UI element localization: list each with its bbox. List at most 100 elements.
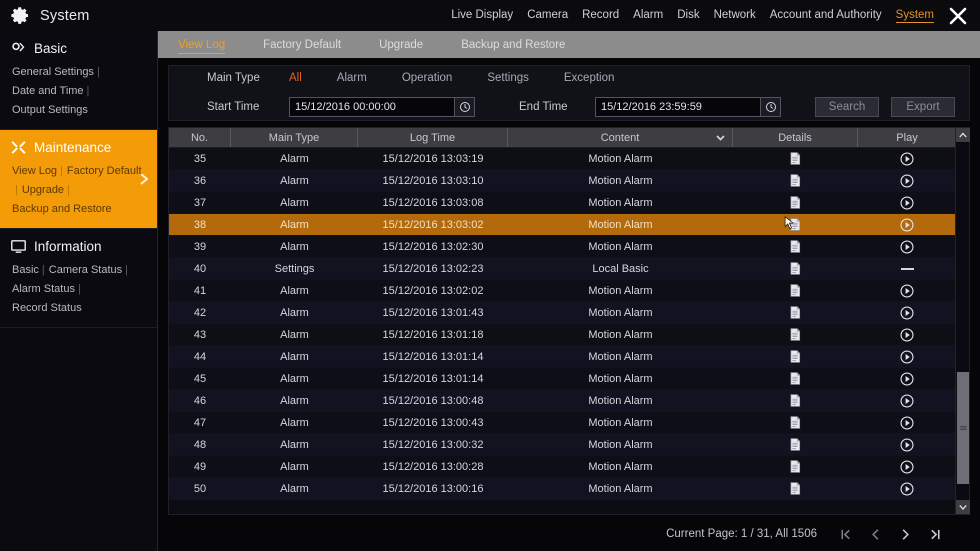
row-details-cell[interactable]	[733, 192, 858, 214]
document-icon[interactable]	[790, 350, 801, 363]
scroll-down-button[interactable]	[956, 500, 970, 514]
row-details-cell[interactable]	[733, 258, 858, 280]
row-play-cell[interactable]	[858, 280, 956, 302]
row-play-cell[interactable]	[858, 478, 956, 500]
row-play-cell[interactable]	[858, 170, 956, 192]
table-row[interactable]: 38 Alarm 15/12/2016 13:03:02 Motion Alarm	[169, 214, 969, 236]
row-details-cell[interactable]	[733, 236, 858, 258]
play-icon[interactable]	[900, 151, 914, 166]
row-details-cell[interactable]	[733, 456, 858, 478]
chevron-right-icon[interactable]	[137, 171, 151, 187]
tab-upgrade[interactable]: Upgrade	[379, 36, 423, 53]
play-icon[interactable]	[900, 349, 914, 364]
row-details-cell[interactable]	[733, 368, 858, 390]
topnav-item-live-display[interactable]: Live Display	[451, 9, 513, 22]
search-button[interactable]: Search	[815, 97, 879, 117]
table-row[interactable]: 35 Alarm 15/12/2016 13:03:19 Motion Alarm	[169, 148, 969, 170]
row-details-cell[interactable]	[733, 434, 858, 456]
row-details-cell[interactable]	[733, 214, 858, 236]
play-icon[interactable]	[900, 239, 914, 254]
main-type-option-settings[interactable]: Settings	[487, 72, 529, 84]
close-icon[interactable]	[946, 4, 970, 28]
sidebar-item-view-log[interactable]: View Log	[12, 162, 57, 180]
document-icon[interactable]	[790, 328, 801, 341]
play-icon[interactable]	[900, 195, 914, 210]
document-icon[interactable]	[790, 482, 801, 495]
scrollbar-track[interactable]	[956, 142, 970, 500]
play-icon[interactable]	[900, 393, 914, 408]
table-row[interactable]: 39 Alarm 15/12/2016 13:02:30 Motion Alarm	[169, 236, 969, 258]
start-time-input[interactable]	[290, 98, 448, 116]
table-row[interactable]: 49 Alarm 15/12/2016 13:00:28 Motion Alarm	[169, 456, 969, 478]
row-play-cell[interactable]	[858, 390, 956, 412]
start-time-clock-button[interactable]	[454, 97, 475, 117]
main-type-option-alarm[interactable]: Alarm	[337, 72, 367, 84]
sidebar-group-header-maintenance[interactable]: Maintenance	[0, 139, 157, 161]
row-play-cell[interactable]	[858, 456, 956, 478]
document-icon[interactable]	[790, 152, 801, 165]
column-header-details[interactable]: Details	[733, 128, 858, 147]
play-icon[interactable]	[900, 481, 914, 496]
sidebar-item-basic[interactable]: Basic	[12, 261, 39, 279]
table-row[interactable]: 47 Alarm 15/12/2016 13:00:43 Motion Alarm	[169, 412, 969, 434]
sidebar-item-upgrade[interactable]: Upgrade	[22, 181, 64, 199]
play-icon[interactable]	[900, 283, 914, 298]
table-row[interactable]: 48 Alarm 15/12/2016 13:00:32 Motion Alarm	[169, 434, 969, 456]
export-button[interactable]: Export	[891, 97, 955, 117]
row-details-cell[interactable]	[733, 302, 858, 324]
document-icon[interactable]	[790, 240, 801, 253]
sidebar-group-basic[interactable]: Basic General Settings |Date and Time |Outp…	[0, 31, 157, 129]
row-details-cell[interactable]	[733, 148, 858, 170]
document-icon[interactable]	[790, 394, 801, 407]
sidebar-group-maintenance[interactable]: Maintenance View Log | Factory Default| Upgr…	[0, 130, 157, 228]
row-play-cell[interactable]	[858, 412, 956, 434]
start-time-field[interactable]	[289, 97, 475, 117]
topnav-item-network[interactable]: Network	[714, 9, 756, 22]
main-type-option-operation[interactable]: Operation	[402, 72, 453, 84]
document-icon[interactable]	[790, 196, 801, 209]
column-header-play[interactable]: Play	[858, 128, 956, 147]
document-icon[interactable]	[790, 262, 801, 275]
document-icon[interactable]	[790, 218, 801, 231]
document-icon[interactable]	[790, 372, 801, 385]
page-first-icon[interactable]	[839, 528, 852, 541]
scroll-up-button[interactable]	[956, 128, 970, 142]
end-time-clock-button[interactable]	[760, 97, 781, 117]
sidebar-item-backup-and-restore[interactable]: Backup and Restore	[12, 200, 112, 218]
document-icon[interactable]	[790, 306, 801, 319]
topnav-item-system[interactable]: System	[895, 9, 934, 23]
scrollbar-thumb[interactable]	[957, 372, 969, 484]
play-icon[interactable]	[900, 305, 914, 320]
sidebar-item-date-and-time[interactable]: Date and Time	[12, 82, 84, 100]
column-header-main-type[interactable]: Main Type	[231, 128, 358, 147]
row-play-cell[interactable]	[858, 434, 956, 456]
table-scrollbar[interactable]	[955, 128, 970, 514]
row-details-cell[interactable]	[733, 390, 858, 412]
document-icon[interactable]	[790, 460, 801, 473]
page-prev-icon[interactable]	[869, 528, 882, 541]
column-header-content[interactable]: Content	[508, 128, 733, 147]
row-play-cell[interactable]	[858, 192, 956, 214]
row-play-cell[interactable]	[858, 148, 956, 170]
row-play-cell[interactable]	[858, 236, 956, 258]
tab-view-log[interactable]: View Log	[178, 36, 226, 54]
end-time-input[interactable]	[596, 98, 754, 116]
document-icon[interactable]	[790, 174, 801, 187]
sidebar-item-general-settings[interactable]: General Settings	[12, 63, 94, 81]
table-row[interactable]: 41 Alarm 15/12/2016 13:02:02 Motion Alarm	[169, 280, 969, 302]
document-icon[interactable]	[790, 284, 801, 297]
table-row[interactable]: 37 Alarm 15/12/2016 13:03:08 Motion Alarm	[169, 192, 969, 214]
document-icon[interactable]	[790, 416, 801, 429]
column-header-log-time[interactable]: Log Time	[358, 128, 508, 147]
sidebar-item-output-settings[interactable]: Output Settings	[12, 101, 88, 119]
table-row[interactable]: 40 Settings 15/12/2016 13:02:23 Local Basic	[169, 258, 969, 280]
row-play-cell[interactable]	[858, 346, 956, 368]
document-icon[interactable]	[790, 438, 801, 451]
topnav-item-camera[interactable]: Camera	[527, 9, 568, 22]
table-row[interactable]: 43 Alarm 15/12/2016 13:01:18 Motion Alarm	[169, 324, 969, 346]
play-icon[interactable]	[900, 371, 914, 386]
play-icon[interactable]	[900, 327, 914, 342]
row-details-cell[interactable]	[733, 478, 858, 500]
sidebar-group-header-basic[interactable]: Basic	[0, 40, 157, 62]
sidebar-item-factory-default[interactable]: Factory Default	[67, 162, 142, 180]
